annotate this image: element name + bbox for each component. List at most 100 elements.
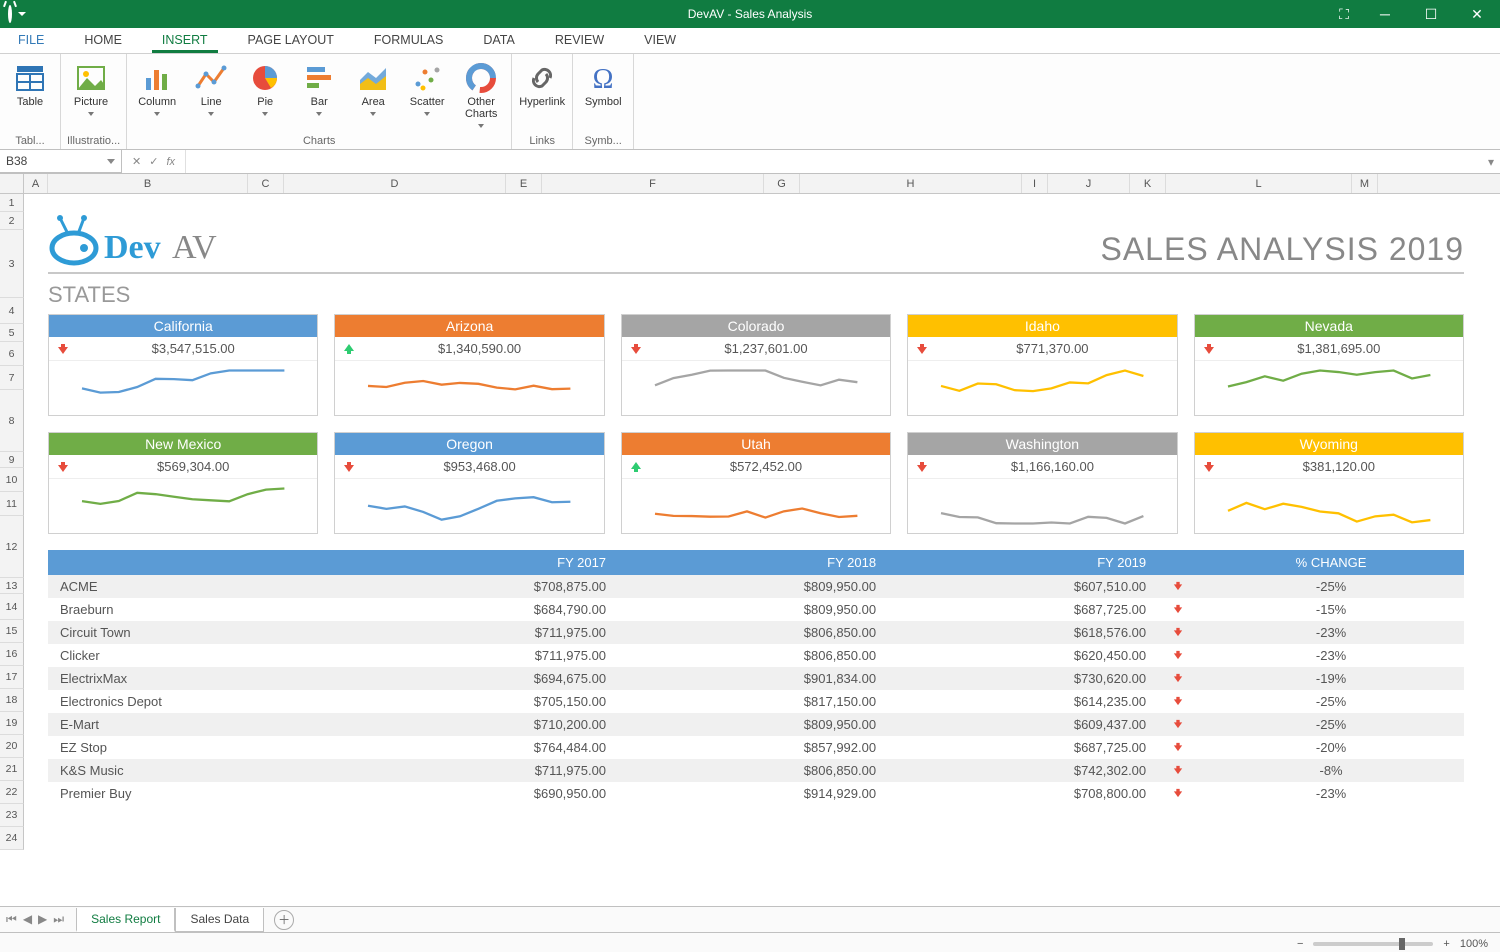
sheet-tab[interactable]: Sales Report [76,908,175,932]
row-header[interactable]: 21 [0,758,24,781]
chevron-down-icon[interactable] [107,159,115,164]
row-header[interactable]: 1 [0,194,24,212]
column-header[interactable]: F [542,174,764,193]
state-card-value: $572,452.00 [650,459,882,474]
column-header[interactable]: I [1022,174,1048,193]
zoom-out-button[interactable]: − [1297,938,1303,950]
row-header[interactable]: 11 [0,492,24,516]
column-header[interactable]: K [1130,174,1166,193]
last-sheet-icon[interactable]: ⏭ [53,912,64,927]
row-header[interactable]: 4 [0,298,24,324]
formula-input[interactable] [186,150,1482,173]
column-header[interactable]: C [248,174,284,193]
picture-icon [75,62,107,94]
bar-chart-icon [303,62,335,94]
state-card-value: $3,547,515.00 [77,341,309,356]
window-title: DevAV - Sales Analysis [688,7,813,21]
row-header[interactable]: 10 [0,468,24,492]
row-header[interactable]: 22 [0,781,24,804]
worksheet-grid[interactable]: ABCDEFGHIJKLM 12345678910111213141516171… [0,174,1500,906]
area-button[interactable]: Area [349,58,397,116]
accept-formula-icon[interactable]: ✓ [149,155,158,168]
ribbon: TableTabl...PictureIllustratio...ColumnL… [0,54,1500,150]
qat-dropdown-icon[interactable] [18,12,26,16]
cell-fy18: $806,850.00 [618,621,888,644]
column-header[interactable]: E [506,174,542,193]
state-card-header: Oregon [335,433,603,455]
row-header[interactable]: 16 [0,643,24,666]
column-header[interactable]: L [1166,174,1352,193]
tab-view[interactable]: VIEW [634,29,686,53]
close-button[interactable]: ✕ [1454,0,1500,28]
other-charts-button[interactable]: Other Charts [457,58,505,128]
column-header[interactable]: D [284,174,506,193]
hyperlink-button[interactable]: Hyperlink [518,58,566,108]
arrow-down-icon [916,343,928,355]
row-header[interactable]: 9 [0,452,24,468]
prev-sheet-icon[interactable]: ◀ [23,912,32,927]
row-header[interactable]: 13 [0,578,24,594]
cancel-formula-icon[interactable]: ✕ [132,155,141,168]
tab-insert[interactable]: INSERT [152,29,218,53]
pie-button[interactable]: Pie [241,58,289,116]
column-header[interactable]: M [1352,174,1378,193]
scatter-button[interactable]: Scatter [403,58,451,116]
row-header[interactable]: 6 [0,342,24,366]
fx-icon[interactable]: fx [166,156,175,168]
arrow-down-icon [1203,461,1215,473]
table-button[interactable]: Table [6,58,54,108]
chevron-down-icon [478,124,484,128]
chevron-down-icon [208,112,214,116]
name-box[interactable]: B38 [0,150,122,173]
cell-fy17: $684,790.00 [348,598,618,621]
symbol-button[interactable]: ΩSymbol [579,58,627,108]
row-header[interactable]: 23 [0,804,24,827]
column-header[interactable]: H [800,174,1022,193]
column-button[interactable]: Column [133,58,181,116]
maximize-button[interactable]: ☐ [1408,0,1454,28]
row-header[interactable]: 12 [0,516,24,578]
row-header[interactable]: 20 [0,735,24,758]
column-header[interactable]: B [48,174,248,193]
cell-fy18: $857,992.00 [618,736,888,759]
cell-trend [1158,644,1198,667]
line-button[interactable]: Line [187,58,235,116]
next-sheet-icon[interactable]: ▶ [38,912,47,927]
picture-button[interactable]: Picture [67,58,115,116]
state-card: Idaho$771,370.00 [907,314,1177,416]
column-header[interactable]: A [24,174,48,193]
row-header[interactable]: 5 [0,324,24,342]
row-header[interactable]: 19 [0,712,24,735]
row-header[interactable]: 18 [0,689,24,712]
column-header[interactable]: G [764,174,800,193]
row-header[interactable]: 15 [0,620,24,643]
column-header[interactable]: J [1048,174,1130,193]
zoom-in-button[interactable]: + [1443,938,1449,950]
row-header[interactable]: 2 [0,212,24,230]
bar-button[interactable]: Bar [295,58,343,116]
tab-file[interactable]: FILE [8,29,54,53]
row-header[interactable]: 14 [0,594,24,620]
row-header[interactable]: 7 [0,366,24,390]
add-sheet-button[interactable]: ＋ [274,910,294,930]
ribbon-display-options[interactable]: ⛶ [1326,0,1362,28]
tab-page-layout[interactable]: PAGE LAYOUT [238,29,344,53]
zoom-slider[interactable] [1313,942,1433,946]
omega-icon: Ω [587,62,619,94]
sheet-tab[interactable]: Sales Data [175,908,264,932]
cell-change: -20% [1198,736,1464,759]
tab-home[interactable]: HOME [74,29,132,53]
tab-data[interactable]: DATA [473,29,524,53]
select-all-corner[interactable] [0,174,24,193]
tab-review[interactable]: REVIEW [545,29,614,53]
row-header[interactable]: 3 [0,230,24,298]
row-header[interactable]: 8 [0,390,24,452]
zoom-level[interactable]: 100% [1460,938,1488,950]
row-header[interactable]: 17 [0,666,24,689]
tab-formulas[interactable]: FORMULAS [364,29,453,53]
row-header[interactable]: 24 [0,827,24,850]
formula-expand-icon[interactable]: ▾ [1482,150,1500,173]
first-sheet-icon[interactable]: ⏮ [6,912,17,927]
minimize-button[interactable]: ─ [1362,0,1408,28]
ribbon-button-label: Picture [74,96,108,108]
